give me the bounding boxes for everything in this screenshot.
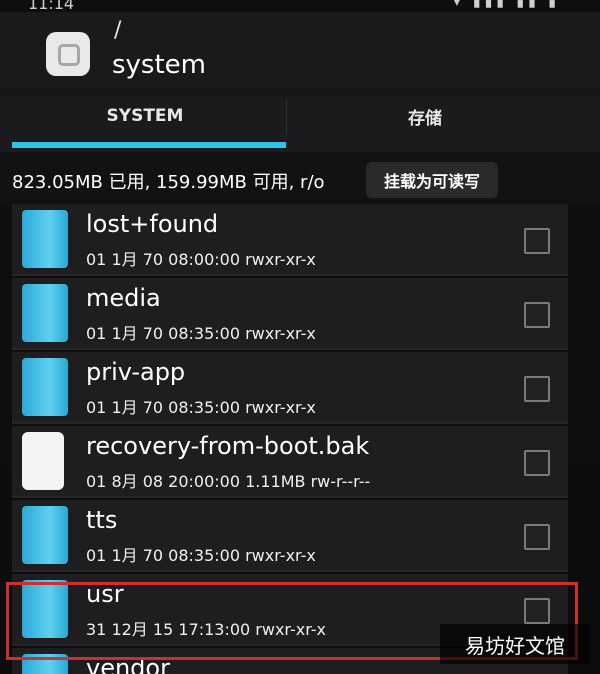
file-name: media: [86, 284, 161, 312]
list-item[interactable]: media 01 1月 70 08:35:00 rwxr-xr-x: [12, 278, 568, 350]
file-meta: 01 8月 08 20:00:00 1.11MB rw-r--r--: [86, 472, 371, 491]
tab-selected-indicator: [12, 142, 286, 148]
select-checkbox[interactable]: [524, 524, 550, 550]
header: / system: [0, 12, 600, 99]
tab-system[interactable]: SYSTEM: [70, 96, 220, 136]
tab-divider: [286, 100, 287, 134]
select-checkbox[interactable]: [524, 302, 550, 328]
list-item[interactable]: tts 01 1月 70 08:35:00 rwxr-xr-x: [12, 500, 568, 572]
file-icon: [22, 432, 64, 490]
file-name: tts: [86, 506, 118, 534]
mount-rw-button[interactable]: 挂载为可读写: [366, 162, 498, 198]
folder-icon: [22, 358, 68, 416]
list-item[interactable]: lost+found 01 1月 70 08:00:00 rwxr-xr-x: [12, 204, 568, 276]
file-name: lost+found: [86, 210, 219, 238]
folder-icon: [22, 210, 68, 268]
storage-info-row: 823.05MB 已用, 159.99MB 可用, r/o 挂载为可读写: [0, 156, 600, 202]
app-icon[interactable]: [46, 32, 90, 76]
file-name: recovery-from-boot.bak: [86, 432, 370, 460]
select-checkbox[interactable]: [524, 450, 550, 476]
tab-bar: SYSTEM 存储: [0, 96, 600, 152]
current-directory: system: [112, 50, 206, 80]
list-item[interactable]: priv-app 01 1月 70 08:35:00 rwxr-xr-x: [12, 352, 568, 424]
file-name: priv-app: [86, 358, 186, 386]
list-item[interactable]: recovery-from-boot.bak 01 8月 08 20:00:00…: [12, 426, 568, 498]
select-checkbox[interactable]: [524, 376, 550, 402]
file-meta: 01 1月 70 08:35:00 rwxr-xr-x: [86, 324, 316, 343]
status-icons: ▾ ▮▮▮ ▮▮ ▮: [453, 0, 560, 10]
status-bar: 11:14 ▾ ▮▮▮ ▮▮ ▮: [0, 0, 600, 13]
folder-icon: [22, 284, 68, 342]
folder-icon: [22, 506, 68, 564]
path-root: /: [114, 18, 122, 43]
file-meta: 01 1月 70 08:35:00 rwxr-xr-x: [86, 398, 316, 417]
file-meta: 01 1月 70 08:00:00 rwxr-xr-x: [86, 250, 316, 269]
storage-usage-text: 823.05MB 已用, 159.99MB 可用, r/o: [12, 172, 325, 193]
watermark: 易坊好文馆: [440, 624, 590, 664]
file-meta: 01 1月 70 08:35:00 rwxr-xr-x: [86, 546, 316, 565]
tab-storage[interactable]: 存储: [350, 96, 500, 136]
select-checkbox[interactable]: [524, 228, 550, 254]
file-manager-screen: 11:14 ▾ ▮▮▮ ▮▮ ▮ / system SYSTEM 存储 823.…: [0, 0, 600, 674]
